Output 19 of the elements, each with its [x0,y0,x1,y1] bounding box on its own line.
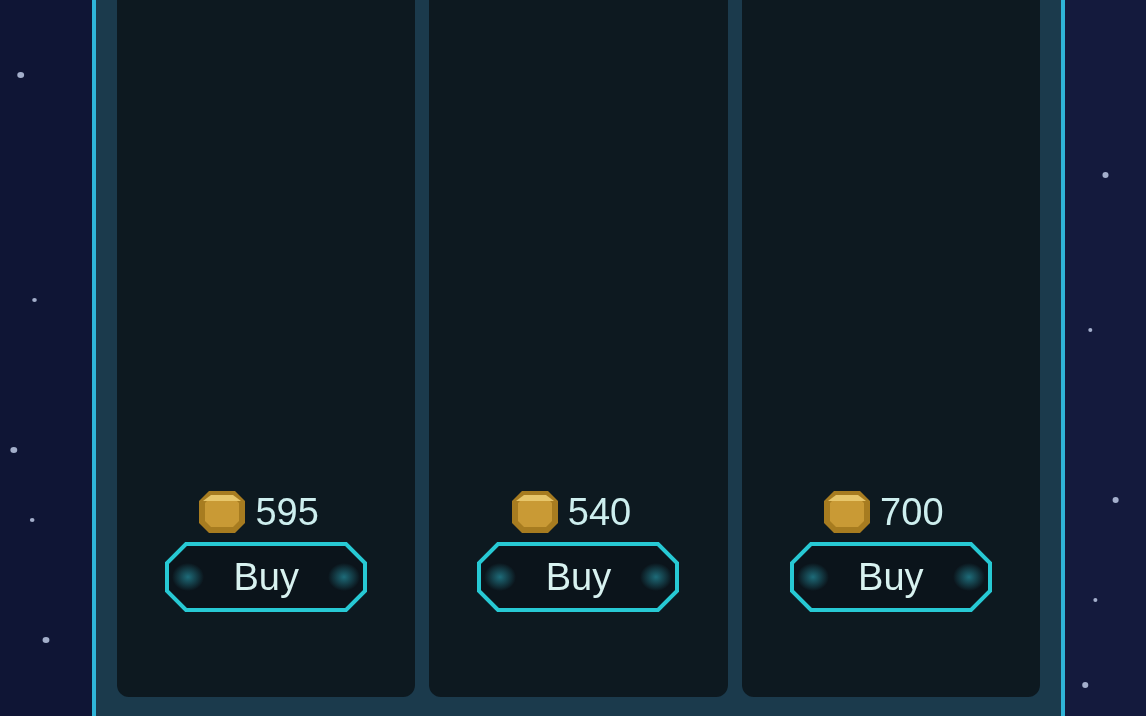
coin-icon [509,489,560,535]
buy-button[interactable]: Buy [476,541,681,613]
star-dot [32,298,37,302]
coin-icon [197,489,248,535]
coin-icon [822,489,873,535]
star-dot [42,637,50,643]
star-dot [1102,172,1109,178]
star-dot [1082,682,1089,688]
star-dot [1112,497,1119,503]
price-text: 595 [255,493,319,531]
star-dot [29,518,35,522]
buy-button[interactable]: Buy [788,541,993,613]
price-text: 700 [880,493,944,531]
buy-button[interactable]: Buy [164,541,369,613]
star-dot [10,447,18,453]
star-dot [1093,598,1098,602]
star-dot [17,72,25,78]
star-dot [1088,328,1093,332]
price-text: 540 [567,493,632,531]
